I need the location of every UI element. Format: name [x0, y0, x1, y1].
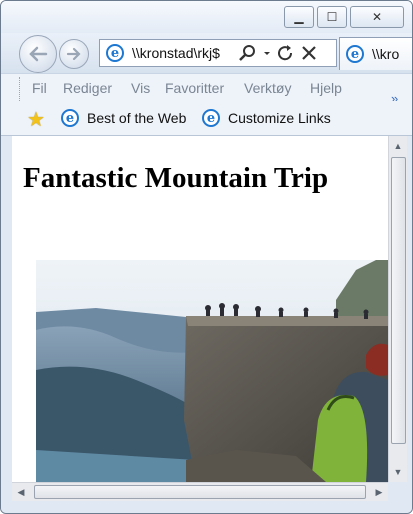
scrollbar-corner: [388, 482, 407, 501]
ie-link-icon: e: [202, 109, 220, 127]
title-bar: ▁ ☐ ✕: [1, 1, 412, 33]
mountain-photo-graphic: [36, 260, 388, 482]
vertical-scroll-thumb[interactable]: [391, 157, 406, 444]
tab-label: \\kro: [372, 46, 400, 62]
maximize-button[interactable]: ☐: [317, 6, 347, 28]
favorites-bar: ★ e Best of the Web e Customize Links: [1, 101, 412, 136]
scroll-up-icon[interactable]: ▲: [389, 136, 407, 156]
ie-page-icon: e: [106, 44, 124, 62]
page-content: Fantastic Mountain Trip: [12, 136, 388, 482]
vertical-scrollbar[interactable]: ▲ ▼: [388, 136, 407, 482]
menu-favoritter[interactable]: Favoritter: [165, 80, 224, 96]
close-button[interactable]: ✕: [350, 6, 404, 28]
forward-button[interactable]: [59, 39, 89, 69]
dropdown-arrow-icon[interactable]: [262, 44, 272, 62]
minimize-button[interactable]: ▁: [284, 6, 314, 28]
menu-rediger[interactable]: Rediger: [63, 80, 112, 96]
refresh-icon[interactable]: [276, 44, 296, 62]
favorites-link-label: Best of the Web: [87, 110, 187, 126]
search-icon[interactable]: [238, 44, 258, 62]
menu-hjelp[interactable]: Hjelp: [310, 80, 342, 96]
back-arrow-icon: [29, 46, 48, 62]
window-bottom-frame: [1, 501, 412, 513]
favorites-link-label: Customize Links: [228, 110, 331, 126]
page-title: Fantastic Mountain Trip: [23, 162, 329, 194]
back-button[interactable]: [19, 35, 57, 73]
favorites-star-icon[interactable]: ★: [27, 107, 45, 132]
address-bar[interactable]: e \\kronstad\rkj$: [99, 39, 337, 67]
horizontal-scroll-thumb[interactable]: [34, 485, 366, 499]
browser-tab[interactable]: e \\kro: [339, 37, 412, 70]
mountain-photo: [36, 260, 388, 482]
menu-fil[interactable]: Fil: [32, 80, 47, 96]
forward-arrow-icon: [66, 47, 81, 61]
browser-window: ▁ ☐ ✕ e \\kronstad\rkj$ e \\kro Fil Redi…: [0, 0, 413, 514]
ie-link-icon: e: [61, 109, 79, 127]
favorites-link-best-of-web[interactable]: e Best of the Web: [61, 109, 186, 127]
scroll-down-icon[interactable]: ▼: [389, 462, 407, 482]
address-text[interactable]: \\kronstad\rkj$: [132, 45, 230, 61]
favorites-link-customize[interactable]: e Customize Links: [202, 109, 331, 127]
horizontal-scrollbar[interactable]: ◀ ▶: [12, 482, 388, 501]
scroll-left-icon[interactable]: ◀: [12, 483, 30, 501]
scroll-right-icon[interactable]: ▶: [370, 483, 388, 501]
stop-icon[interactable]: [300, 44, 318, 62]
menu-bar: Fil Rediger Vis Favoritter Verktøy Hjelp: [1, 73, 412, 102]
ie-tab-icon: e: [346, 45, 364, 63]
menu-verktoy[interactable]: Verktøy: [244, 80, 291, 96]
menu-vis[interactable]: Vis: [131, 80, 150, 96]
